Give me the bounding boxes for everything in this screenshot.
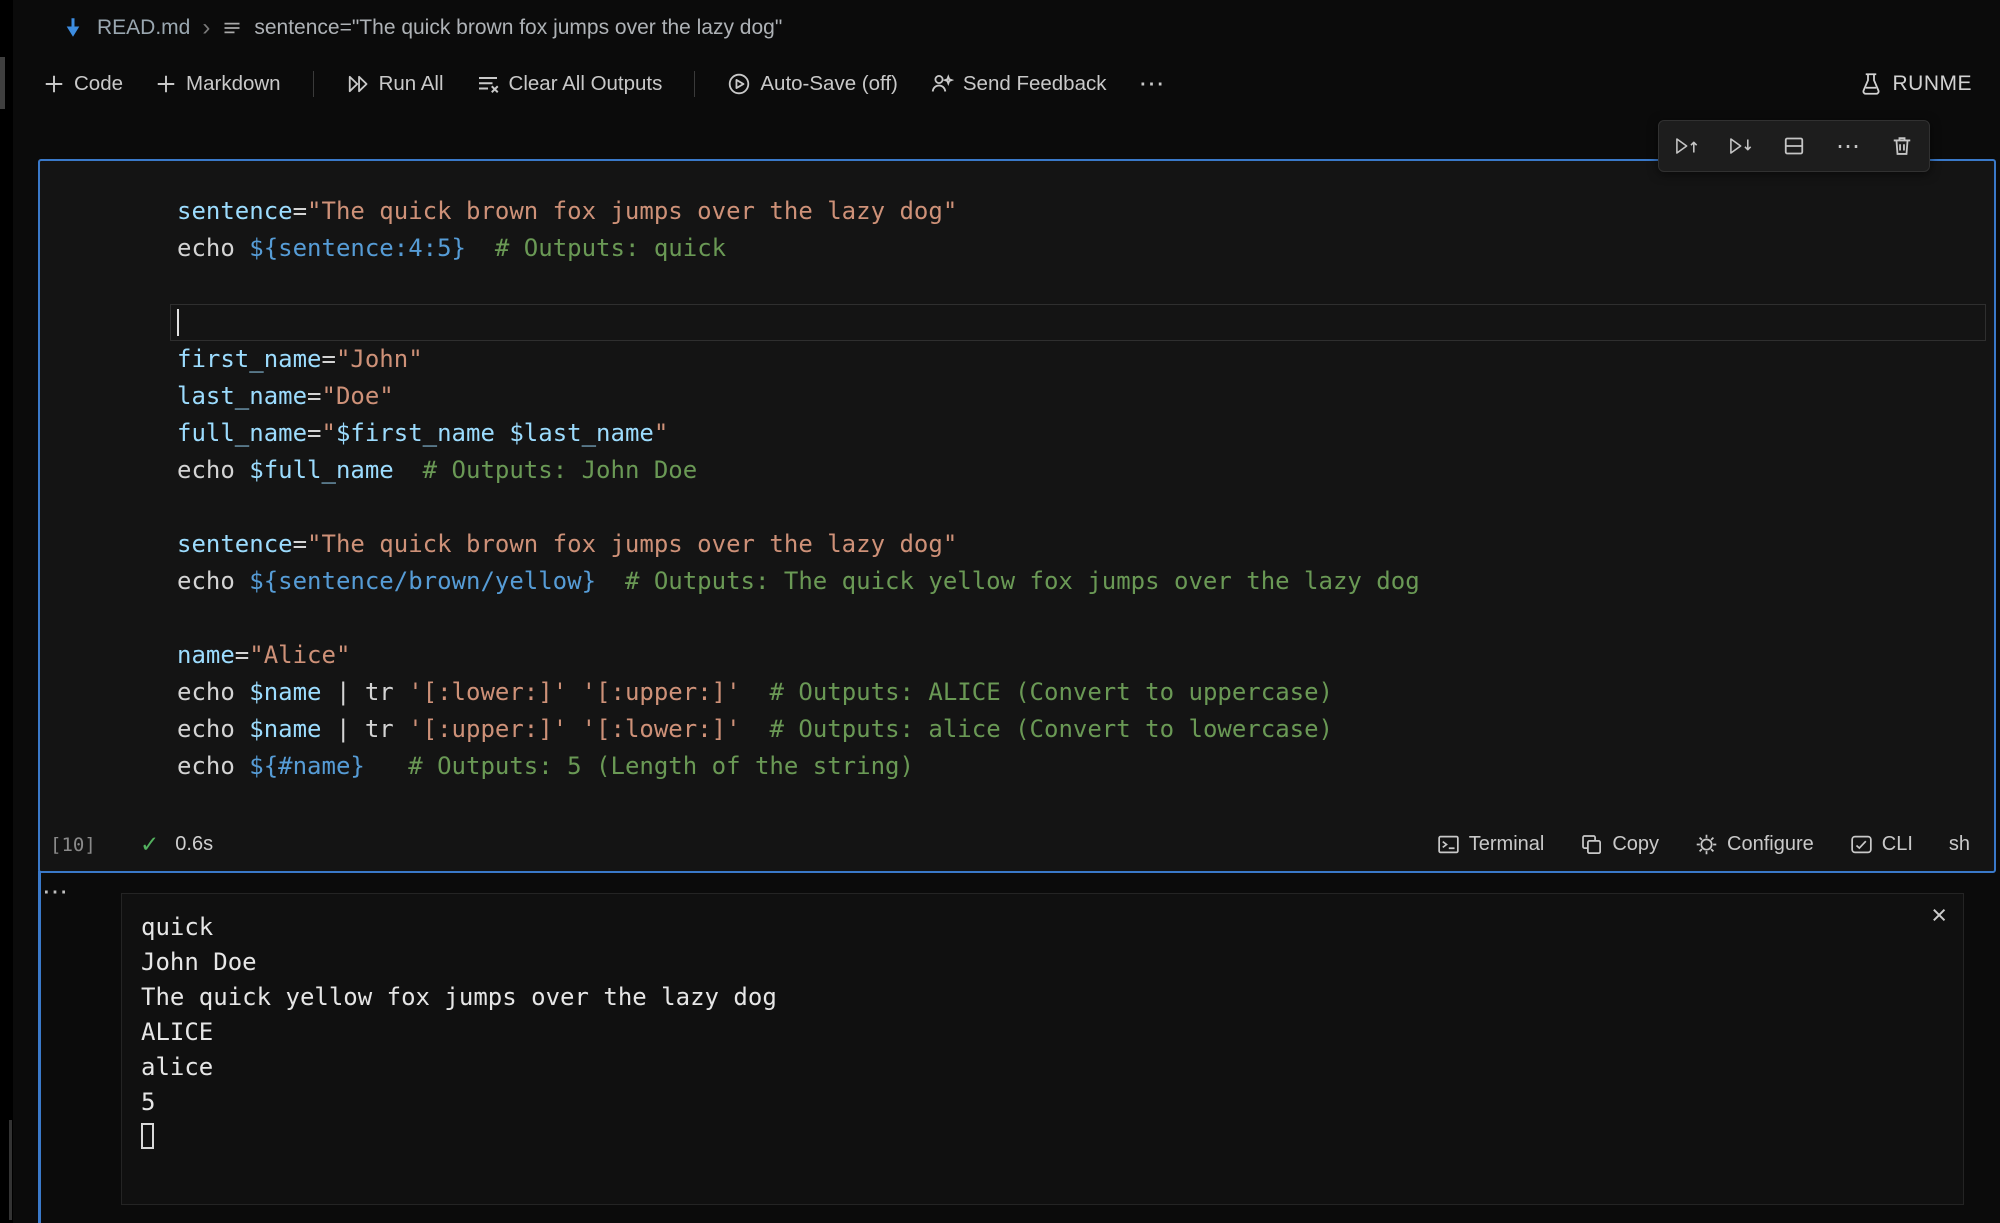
send-feedback-button[interactable]: Send Feedback [930, 72, 1107, 96]
code-line[interactable]: echo $name | tr '[:lower:]' '[:upper:]' … [40, 674, 1994, 711]
close-output-icon[interactable]: × [1931, 902, 1947, 929]
execute-below-button[interactable] [1720, 126, 1760, 166]
clear-all-outputs-label: Clear All Outputs [509, 72, 663, 96]
cell-more-actions-icon[interactable]: ⋯ [1828, 126, 1868, 166]
breadcrumb-chevron-icon: › [202, 16, 210, 40]
terminal-label: Terminal [1469, 833, 1545, 856]
run-all-label: Run All [379, 72, 444, 96]
toolbar-divider [313, 71, 314, 97]
list-icon [222, 18, 242, 38]
output-text: quickJohn DoeThe quick yellow fox jumps … [122, 894, 1963, 1155]
copy-icon [1580, 833, 1603, 856]
code-line[interactable]: full_name="$first_name $last_name" [40, 415, 1994, 452]
toolbar-divider [694, 71, 695, 97]
output-line: The quick yellow fox jumps over the lazy… [141, 980, 1963, 1015]
code-line[interactable]: first_name="John" [40, 341, 1994, 378]
code-line[interactable]: name="Alice" [40, 637, 1994, 674]
cell-hover-toolbar: ⋯ [1658, 120, 1930, 172]
code-line[interactable]: last_name="Doe" [40, 378, 1994, 415]
run-all-button[interactable]: Run All [346, 72, 444, 96]
code-line[interactable]: echo ${sentence:4:5} # Outputs: quick [40, 230, 1994, 267]
success-check-icon: ✓ [140, 831, 159, 858]
cli-label: CLI [1882, 833, 1913, 856]
clear-all-outputs-button[interactable]: Clear All Outputs [476, 72, 663, 96]
minimap-scroll-indicator[interactable] [9, 1120, 12, 1220]
cell-output: quickJohn DoeThe quick yellow fox jumps … [121, 893, 1964, 1205]
auto-save-label: Auto-Save (off) [760, 72, 898, 96]
terminal-icon [1437, 833, 1460, 856]
code-line[interactable]: echo ${sentence/brown/yellow} # Outputs:… [40, 563, 1994, 600]
code-line[interactable]: echo $full_name # Outputs: John Doe [40, 452, 1994, 489]
code-line[interactable] [40, 600, 1994, 637]
notebook-cell[interactable]: sentence="The quick brown fox jumps over… [38, 159, 1996, 873]
split-cell-button[interactable] [1774, 126, 1814, 166]
add-markdown-label: Markdown [186, 72, 281, 96]
output-line: ALICE [141, 1015, 1963, 1050]
code-line[interactable]: echo $name | tr '[:upper:]' '[:lower:]' … [40, 711, 1994, 748]
plus-icon [155, 73, 177, 95]
active-tab-indicator [0, 57, 5, 109]
code-line[interactable]: sentence="The quick brown fox jumps over… [40, 526, 1994, 563]
feedback-person-icon [930, 72, 954, 96]
clear-outputs-icon [476, 72, 500, 96]
output-line: 5 [141, 1085, 1963, 1120]
breadcrumb-file[interactable]: READ.md [97, 16, 190, 40]
output-line: quick [141, 910, 1963, 945]
execute-above-button[interactable] [1666, 126, 1706, 166]
cli-button[interactable]: CLI [1850, 833, 1913, 856]
auto-save-toggle[interactable]: Auto-Save (off) [727, 72, 898, 96]
delete-cell-button[interactable] [1882, 126, 1922, 166]
plus-icon [43, 73, 65, 95]
language-label: sh [1949, 833, 1970, 856]
copy-button[interactable]: Copy [1580, 833, 1659, 856]
code-line[interactable] [40, 489, 1994, 526]
breadcrumb: READ.md › sentence="The quick brown fox … [13, 0, 2000, 56]
terminal-button[interactable]: Terminal [1437, 833, 1545, 856]
runme-kernel-icon [1859, 72, 1883, 96]
add-code-button[interactable]: Code [43, 72, 123, 96]
editor-left-edge [0, 0, 13, 1223]
configure-button[interactable]: Configure [1695, 833, 1814, 856]
code-line[interactable]: echo ${#name} # Outputs: 5 (Length of th… [40, 748, 1994, 785]
execution-duration: 0.6s [175, 833, 213, 856]
runme-brand: RUNME [1859, 72, 1973, 96]
gear-icon [1695, 833, 1718, 856]
more-actions-icon[interactable]: ⋯ [1138, 68, 1164, 99]
language-picker[interactable]: sh [1949, 833, 1970, 856]
cell-focus-line [38, 871, 41, 1223]
cli-icon [1850, 833, 1873, 856]
runme-logo-icon [61, 16, 85, 40]
cell-status-bar: ✓ 0.6s Terminal Copy Configure CLI sh [40, 817, 1994, 871]
code-line[interactable] [40, 267, 1994, 304]
cell-status-actions: Terminal Copy Configure CLI sh [1437, 833, 1994, 856]
code-line[interactable]: sentence="The quick brown fox jumps over… [40, 193, 1994, 230]
breadcrumb-cell-title[interactable]: sentence="The quick brown fox jumps over… [254, 16, 782, 40]
auto-save-icon [727, 72, 751, 96]
output-block-cursor [141, 1123, 154, 1149]
code-editor[interactable]: sentence="The quick brown fox jumps over… [40, 193, 1994, 785]
configure-label: Configure [1727, 833, 1814, 856]
send-feedback-label: Send Feedback [963, 72, 1107, 96]
copy-label: Copy [1612, 833, 1659, 856]
notebook-toolbar: Code Markdown Run All Clear All Outputs … [13, 56, 2000, 111]
output-line: John Doe [141, 945, 1963, 980]
run-all-icon [346, 72, 370, 96]
add-markdown-button[interactable]: Markdown [155, 72, 281, 96]
output-line: alice [141, 1050, 1963, 1085]
add-code-label: Code [74, 72, 123, 96]
text-cursor [177, 309, 179, 336]
runme-brand-label: RUNME [1893, 72, 1973, 96]
output-collapse-icon[interactable]: ⋯ [42, 878, 68, 904]
code-line[interactable] [40, 304, 1994, 341]
